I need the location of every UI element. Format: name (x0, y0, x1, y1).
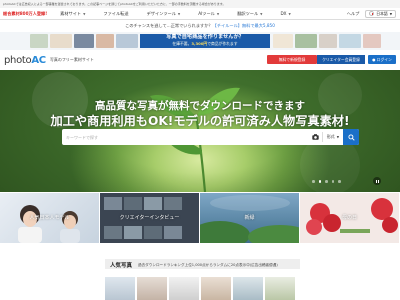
login-button[interactable]: ● ログイン (368, 55, 396, 64)
site-tagline: 写真のフリー素材サイト (49, 57, 94, 62)
search-button[interactable] (343, 129, 359, 145)
nav-item-material-sites[interactable]: 素材サイト ▼ (51, 8, 94, 19)
nav-item-design-tools[interactable]: デザインツール ▼ (138, 8, 190, 19)
ad-thumb (363, 34, 381, 48)
site-count-label: 総合素材800万人登録! (3, 10, 48, 16)
ranking-photo[interactable] (201, 277, 231, 300)
ad-thumb (30, 34, 48, 48)
ranking-photo[interactable] (137, 277, 167, 300)
ad-thumb (339, 34, 361, 48)
category-tile-japanese-models[interactable]: 人気日本人モデル (0, 193, 99, 243)
category-label: 新緑 (244, 215, 255, 221)
ad-banner[interactable]: 写真で自宅商品を作りませんか？ 在庫不要。3,300円で商品が作れます (0, 32, 400, 50)
nav-item-dx[interactable]: DX ▼ (271, 8, 299, 19)
ad-thumb (319, 34, 337, 48)
search-icon (347, 133, 355, 141)
category-tiles: 人気日本人モデル クリエイターインタビュー 新緑 母の日 (0, 193, 400, 243)
ranking-photo[interactable] (169, 277, 199, 300)
user-icon: ● (372, 57, 376, 62)
format-filter-select[interactable]: 形式 ▼ (323, 134, 343, 140)
category-label: 人気日本人モデル (29, 215, 70, 221)
ad-thumb (50, 34, 72, 48)
ad-thumb (273, 34, 293, 48)
site-header: photoAC 写真のフリー素材サイト 無料で新規登録 クリエイター会員登録 ●… (0, 50, 400, 70)
promo-text: このチャンスを逃して...正常でいられますか？ (125, 23, 213, 28)
ad-thumb (295, 34, 317, 48)
register-button[interactable]: 無料で新規登録 (267, 55, 317, 64)
chevron-down-icon: ▼ (83, 11, 86, 16)
top-notice: photoACでは広告収入による一部事業を運営されております。この記事ページを通… (0, 0, 400, 8)
global-navbar: 総合素材800万人登録! 素材サイト ▼ ファイル転送 デザインツール ▼ AIツー… (0, 8, 400, 20)
category-tile-mothers-day[interactable]: 母の日 (300, 193, 399, 243)
search-bar: 形式▼ (62, 129, 359, 145)
chevron-down-icon: ▼ (288, 11, 291, 16)
ad-subline: 在庫不要。3,300円で商品が作れます (172, 41, 238, 46)
hero-subheadline: 加工や商用利用もOK!モデルの許可済み人物写真素材! (50, 114, 350, 128)
ranking-photo[interactable] (233, 277, 263, 300)
chevron-down-icon: ▼ (389, 11, 392, 16)
chevron-down-icon: ▼ (336, 135, 339, 139)
chevron-down-icon: ▼ (260, 11, 263, 16)
ranking-photo[interactable] (265, 277, 295, 300)
carousel-pause-button[interactable] (373, 177, 381, 185)
ranking-title: 人気写真 (110, 263, 133, 269)
language-select[interactable]: 日本語 ▼ (365, 9, 396, 18)
camera-icon[interactable] (310, 129, 322, 145)
nav-item-translation-tools[interactable]: 翻訳ツール ▼ (228, 8, 271, 19)
category-tile-creator-interview[interactable]: クリエイターインタビュー (100, 193, 199, 243)
carousel-dot[interactable] (338, 180, 341, 183)
ranking-subtitle: 過去ダウンロードランキング上位1,000点からランダムに20点表示中(広告出稿者… (138, 262, 278, 267)
chevron-down-icon: ▼ (177, 11, 181, 16)
promo-highlight: 【チイルール】無料で最大5,850 (212, 23, 275, 28)
carousel-dot[interactable] (331, 180, 334, 183)
japan-flag-icon (369, 11, 375, 16)
ranking-section: 人気写真 過去ダウンロードランキング上位1,000点からランダムに20点表示中(… (0, 243, 400, 300)
ad-thumb (96, 34, 114, 48)
nav-item-ai-tools[interactable]: AIツール ▼ (189, 8, 228, 19)
promo-bar[interactable]: このチャンスを逃して...正常でいられますか？ 【チイルール】無料で最大5,85… (0, 20, 400, 32)
nav-item-file-transfer[interactable]: ファイル転送 (94, 8, 137, 19)
creator-register-button[interactable]: クリエイター会員登録 (317, 55, 365, 64)
ranking-photo[interactable] (105, 277, 135, 300)
chevron-down-icon: ▼ (216, 11, 220, 16)
hero-banner: 高品質な写真が無料でダウンロードできます 加工や商用利用もOK!モデルの許可済み… (0, 70, 400, 192)
carousel-dot[interactable] (312, 180, 315, 183)
carousel-dot[interactable] (325, 180, 328, 183)
nav-item-help[interactable]: ヘルプ (341, 8, 366, 19)
site-logo[interactable]: photoAC (0, 55, 46, 66)
ad-headline-box: 写真で自宅商品を作りませんか？ 在庫不要。3,300円で商品が作れます (140, 34, 270, 48)
search-input[interactable] (62, 129, 310, 145)
ad-thumb (74, 34, 94, 48)
category-tile-fresh-green[interactable]: 新緑 (200, 193, 299, 243)
ad-headline: 写真で自宅商品を作りませんか？ (166, 34, 244, 40)
ad-thumb (116, 34, 138, 48)
carousel-dots (312, 180, 341, 183)
carousel-dot[interactable] (318, 180, 321, 183)
category-label: 母の日 (341, 215, 357, 221)
category-label: クリエイターインタビュー (119, 215, 180, 221)
